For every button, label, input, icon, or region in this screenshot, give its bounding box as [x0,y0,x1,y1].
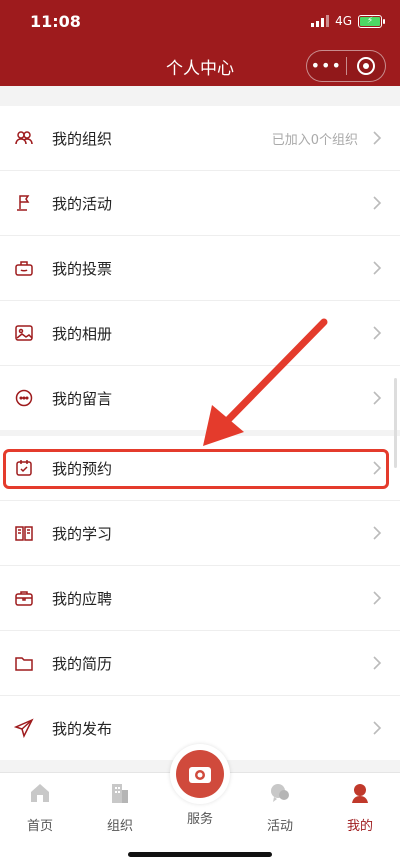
tab-label: 我的 [346,819,373,834]
tab-home[interactable]: 首页 [10,781,70,834]
tab-activity[interactable]: 活动 [250,781,310,834]
home-indicator [128,852,272,857]
chat-icon [271,784,289,802]
home-icon [31,784,49,802]
building-icon [112,784,128,803]
service-icon [176,750,224,798]
user-icon [352,784,368,803]
tab-label: 首页 [26,819,53,834]
tab-label: 组织 [106,819,133,834]
annotation-arrow [203,318,328,446]
tab-label: 活动 [266,819,293,834]
tab-label-service: 服务 [186,812,213,827]
tab-mine[interactable]: 我的 [330,781,390,834]
tab-organization[interactable]: 组织 [90,781,150,834]
service-center-button[interactable] [170,744,230,804]
